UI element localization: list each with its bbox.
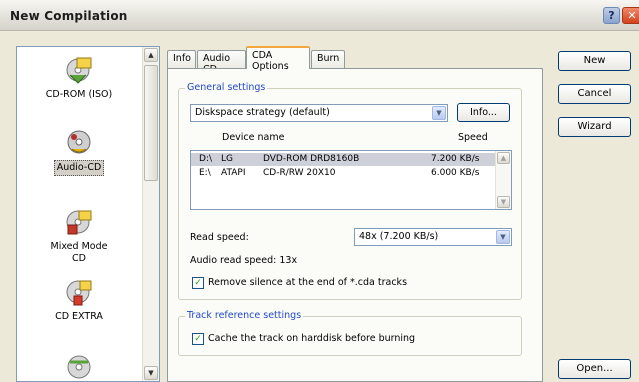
scroll-down-icon[interactable]: ▼ <box>144 366 158 380</box>
help-button[interactable]: ? <box>603 7 620 24</box>
close-icon: ✕ <box>627 9 637 22</box>
scroll-up-icon[interactable]: ▲ <box>497 152 510 164</box>
list-item-label: Mixed Mode CD <box>50 241 108 264</box>
device-list[interactable]: D:\ LG DVD-ROM DRD8160B 7.200 KB/s E:\ A… <box>190 150 512 210</box>
title-bar[interactable]: New Compilation ? ✕ <box>0 0 639 31</box>
cache-track-label: Cache the track on harddisk before burni… <box>208 333 416 344</box>
list-item-label: CD EXTRA <box>55 311 103 322</box>
list-item-label: CD-ROM (ISO) <box>45 89 113 100</box>
tab-label: CDA Options <box>252 50 289 72</box>
tab-info[interactable]: Info <box>167 50 196 68</box>
list-item[interactable]: E:\ ATAPI CD-R/RW 20X10 6.000 KB/s <box>191 167 496 180</box>
remove-silence-label: Remove silence at the end of *.cda track… <box>208 277 408 288</box>
scroll-up-icon[interactable]: ▲ <box>144 48 158 62</box>
cd-icon <box>67 355 91 379</box>
remove-silence-checkbox[interactable]: ✓ <box>192 277 204 289</box>
tab-label: Info <box>173 53 191 64</box>
cancel-button[interactable]: Cancel <box>558 84 631 104</box>
audio-cd-icon <box>67 130 91 154</box>
open-button[interactable]: Open... <box>558 359 631 379</box>
device-drive: E:\ <box>199 168 211 178</box>
strategy-select[interactable]: Diskspace strategy (default) ▼ <box>190 104 448 122</box>
device-model: CD-R/RW 20X10 <box>263 168 336 178</box>
window-title: New Compilation <box>10 9 128 23</box>
tab-cda-options[interactable]: CDA Options <box>246 46 310 72</box>
tab-label: Burn <box>317 53 340 64</box>
scroll-down-icon[interactable]: ▼ <box>497 196 510 208</box>
audio-read-speed-text: Audio read speed: 13x <box>190 255 298 266</box>
checkmark-icon: ✓ <box>194 278 202 288</box>
cd-extra-icon <box>66 280 92 306</box>
device-drive: D:\ <box>199 154 212 164</box>
read-speed-value: 48x (7.200 KB/s) <box>359 231 439 242</box>
strategy-value: Diskspace strategy (default) <box>195 107 330 118</box>
list-item-label: Audio-CD <box>53 160 105 176</box>
left-list-scrollbar[interactable]: ▲ ▼ <box>142 47 159 381</box>
device-name-header: Device name <box>222 132 285 143</box>
new-button[interactable]: New <box>558 51 631 71</box>
chevron-down-icon[interactable]: ▼ <box>432 106 446 120</box>
device-vendor: ATAPI <box>221 168 246 178</box>
scroll-thumb[interactable] <box>144 65 158 181</box>
speed-header: Speed <box>458 132 488 143</box>
help-icon: ? <box>608 9 615 22</box>
checkmark-icon: ✓ <box>194 334 202 344</box>
mixed-mode-cd-icon <box>66 210 92 235</box>
device-vendor: LG <box>221 154 233 164</box>
list-item-cd-extra[interactable]: CD EXTRA <box>17 277 141 324</box>
general-settings-title: General settings <box>185 82 268 93</box>
close-button[interactable]: ✕ <box>622 7 639 24</box>
list-item-more[interactable] <box>17 352 141 381</box>
read-speed-select[interactable]: 48x (7.200 KB/s) ▼ <box>354 228 512 246</box>
list-item-mixed-mode-cd[interactable]: Mixed Mode CD <box>17 207 141 266</box>
device-list-scrollbar[interactable]: ▲ ▼ <box>495 151 511 209</box>
cd-rom-iso-icon <box>66 57 92 84</box>
tab-audio-cd[interactable]: Audio CD <box>197 50 246 75</box>
track-reference-title: Track reference settings <box>185 310 304 321</box>
wizard-button[interactable]: Wizard <box>558 117 631 137</box>
device-speed: 6.000 KB/s <box>431 168 480 178</box>
device-model: DVD-ROM DRD8160B <box>263 154 360 164</box>
tab-burn[interactable]: Burn <box>311 50 345 68</box>
info-button[interactable]: Info... <box>457 103 510 122</box>
device-speed: 7.200 KB/s <box>431 154 480 164</box>
list-item[interactable]: D:\ LG DVD-ROM DRD8160B 7.200 KB/s <box>191 153 496 166</box>
cache-track-checkbox[interactable]: ✓ <box>192 333 204 345</box>
list-item-cd-rom-iso[interactable]: CD-ROM (ISO) <box>17 55 141 102</box>
list-item-audio-cd[interactable]: Audio-CD <box>17 127 141 176</box>
compilation-type-list[interactable]: CD-ROM (ISO) Audio-CD Mixed Mode CD CD E… <box>16 46 160 382</box>
read-speed-label: Read speed: <box>190 232 249 243</box>
new-compilation-window: New Compilation ? ✕ CD-ROM (ISO) Audio-C… <box>0 0 639 382</box>
chevron-down-icon[interactable]: ▼ <box>496 230 510 244</box>
